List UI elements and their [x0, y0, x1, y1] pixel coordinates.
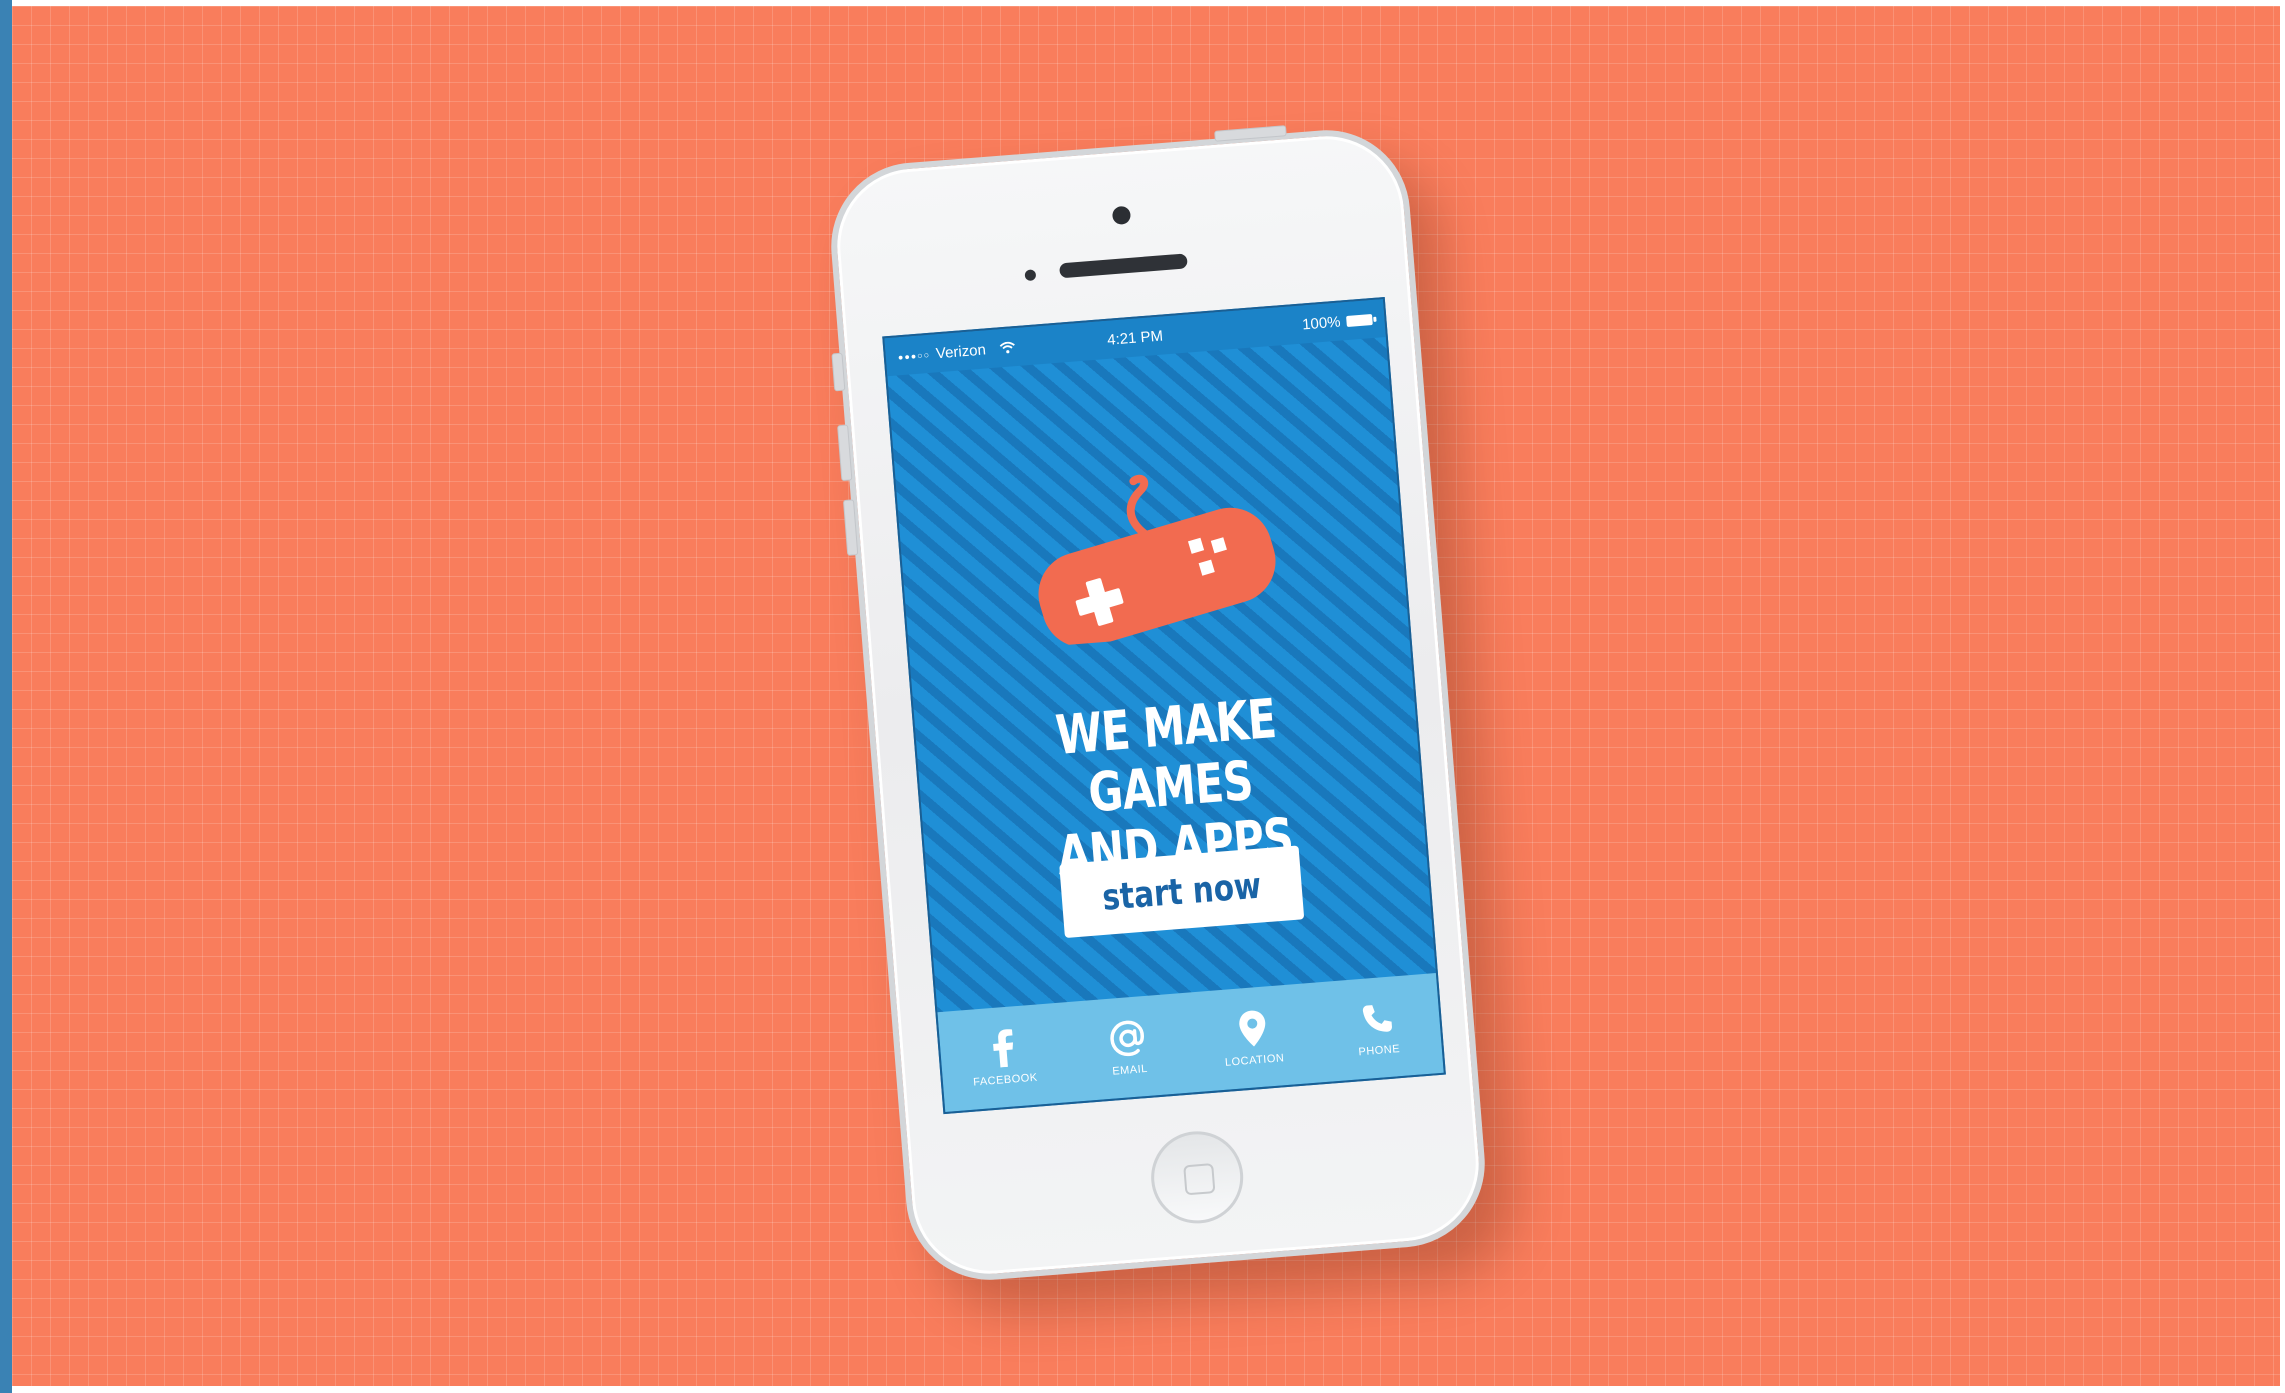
nav-label-location: LOCATION: [1224, 1052, 1285, 1069]
status-bar: ●●●○○ Verizon 4:21 PM 100%: [884, 299, 1386, 377]
earpiece-speaker: [1059, 253, 1188, 279]
nav-item-email[interactable]: EMAIL: [1071, 1014, 1185, 1080]
map-pin-icon: [1233, 1007, 1272, 1050]
bottom-nav-bar: FACEBOOK EMAIL LOCATION PHONE: [937, 973, 1444, 1112]
nav-item-facebook[interactable]: FACEBOOK: [947, 1024, 1061, 1090]
status-right: 100%: [1302, 311, 1373, 333]
proximity-sensor: [1024, 269, 1037, 282]
nav-label-email: EMAIL: [1111, 1062, 1149, 1078]
front-camera: [1111, 205, 1132, 226]
facebook-icon: [983, 1027, 1022, 1070]
start-now-label: start now: [1100, 865, 1263, 919]
game-controller-icon: [1038, 474, 1276, 648]
phone-screen: ●●●○○ Verizon 4:21 PM 100% WE MAKE GAMES…: [882, 296, 1446, 1115]
canvas: ●●●○○ Verizon 4:21 PM 100% WE MAKE GAMES…: [0, 0, 2285, 1393]
nav-label-phone: PHONE: [1358, 1043, 1401, 1059]
left-edge-strip: [0, 0, 12, 1393]
home-button[interactable]: [1147, 1127, 1247, 1227]
battery-percent: 100%: [1301, 313, 1342, 334]
phone-body: ●●●○○ Verizon 4:21 PM 100% WE MAKE GAMES…: [824, 123, 1492, 1287]
nav-item-location[interactable]: LOCATION: [1196, 1004, 1310, 1070]
home-square-icon: [1183, 1163, 1216, 1196]
silent-switch: [831, 352, 846, 392]
at-sign-icon: [1108, 1017, 1147, 1060]
battery-icon: [1346, 314, 1373, 328]
nav-item-phone[interactable]: PHONE: [1320, 995, 1434, 1061]
phone-icon: [1357, 997, 1396, 1040]
nav-label-facebook: FACEBOOK: [972, 1071, 1039, 1089]
